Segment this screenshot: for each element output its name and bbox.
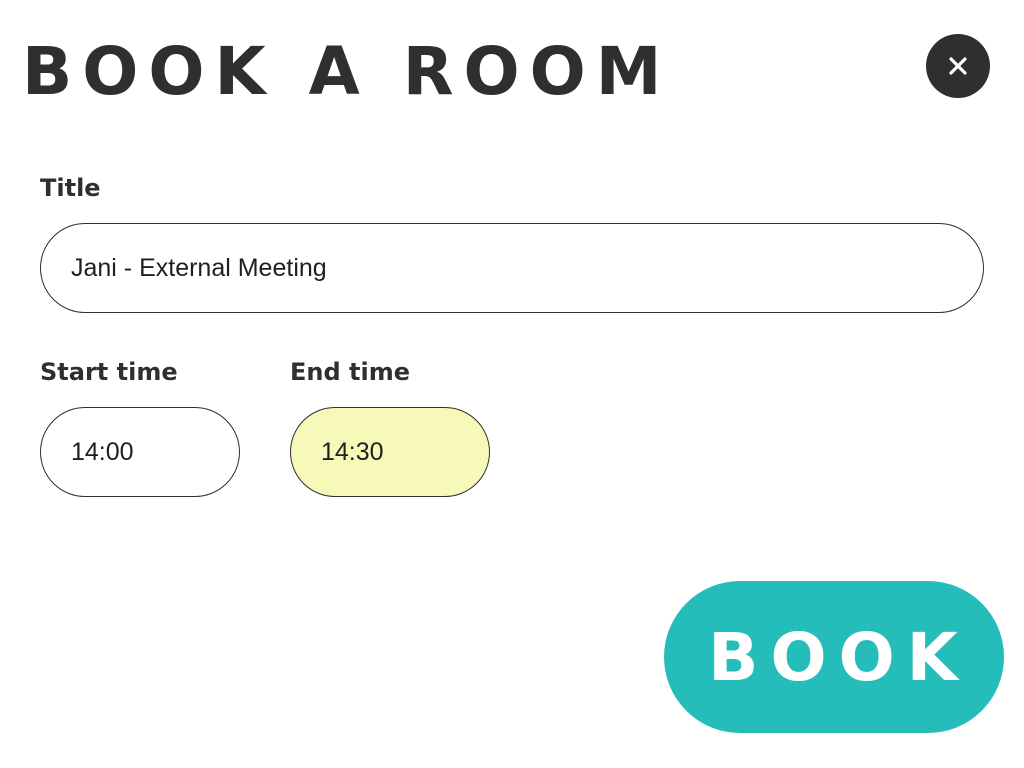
page-title: BOOK A ROOM (22, 33, 672, 110)
book-button[interactable]: BOOK (664, 581, 1004, 733)
title-label: Title (40, 174, 101, 202)
end-time-label: End time (290, 358, 410, 386)
start-time-label: Start time (40, 358, 178, 386)
title-input[interactable] (40, 223, 984, 313)
close-icon (949, 57, 967, 75)
start-time-input[interactable] (40, 407, 240, 497)
end-time-input[interactable] (290, 407, 490, 497)
close-button[interactable] (926, 34, 990, 98)
